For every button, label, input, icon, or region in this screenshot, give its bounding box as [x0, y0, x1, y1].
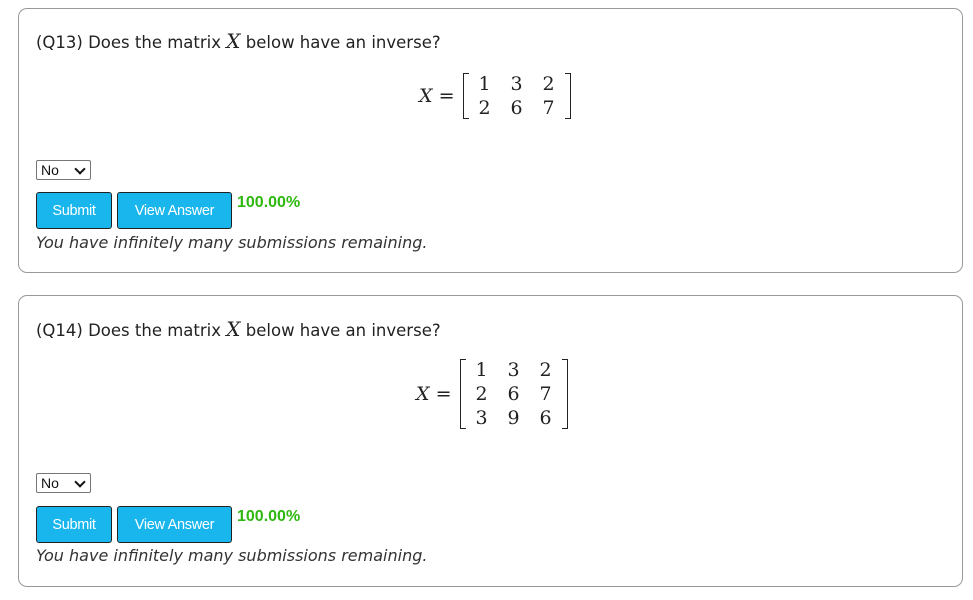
matrix-cell: 9: [507, 407, 520, 429]
matrix-cell: 1: [475, 359, 488, 381]
matrix-cell: 6: [507, 383, 520, 405]
question-variable: X: [226, 29, 241, 53]
matrix-row: 1 3 2: [469, 72, 565, 96]
equation-lhs: X =: [419, 85, 455, 107]
answer-select[interactable]: No: [36, 160, 91, 180]
matrix-cell: 1: [478, 73, 491, 95]
question-card-q14: (Q14) Does the matrix X below have an in…: [18, 295, 963, 587]
matrix-equation: X = 1 3 2 2 6 7 3 9 6: [416, 358, 568, 430]
question-card-q13: (Q13) Does the matrix X below have an in…: [18, 8, 963, 273]
matrix-cell: 3: [507, 359, 520, 381]
matrix-cell: 3: [510, 73, 523, 95]
submit-button[interactable]: Submit: [36, 506, 112, 543]
chevron-down-icon: [74, 163, 86, 175]
submissions-remaining-text: You have infinitely many submissions rem…: [36, 233, 428, 252]
matrix-cell: 2: [542, 73, 555, 95]
score-percentage: 100.00%: [237, 194, 301, 211]
answer-select[interactable]: No: [36, 473, 91, 493]
answer-selected-value: No: [41, 475, 59, 491]
question-label: (Q13) Does the matrix: [36, 33, 222, 52]
matrix: 1 3 2 2 6 7 3 9 6: [459, 358, 568, 430]
score-percentage: 100.00%: [237, 508, 301, 525]
question-text: (Q13) Does the matrix X below have an in…: [36, 29, 441, 53]
matrix-cell: 6: [510, 97, 523, 119]
question-label: (Q14) Does the matrix: [36, 321, 222, 340]
chevron-down-icon: [74, 476, 86, 488]
matrix-cell: 6: [539, 407, 552, 429]
equation-lhs: X =: [416, 383, 452, 405]
question-suffix: below have an inverse?: [245, 33, 441, 52]
matrix-cell: 2: [475, 383, 488, 405]
matrix-cell: 7: [542, 97, 555, 119]
answer-selected-value: No: [41, 162, 59, 178]
question-suffix: below have an inverse?: [245, 321, 441, 340]
question-text: (Q14) Does the matrix X below have an in…: [36, 317, 441, 341]
matrix-cell: 2: [539, 359, 552, 381]
matrix-row: 2 6 7: [469, 96, 565, 120]
submissions-remaining-text: You have infinitely many submissions rem…: [36, 546, 428, 565]
view-answer-button[interactable]: View Answer: [117, 506, 232, 543]
view-answer-button[interactable]: View Answer: [117, 192, 232, 229]
submit-button[interactable]: Submit: [36, 192, 112, 229]
matrix-equation: X = 1 3 2 2 6 7: [419, 72, 571, 120]
matrix-cell: 2: [478, 97, 491, 119]
matrix-row: 2 6 7: [466, 382, 562, 406]
matrix: 1 3 2 2 6 7: [462, 72, 571, 120]
matrix-cell: 7: [539, 383, 552, 405]
matrix-row: 3 9 6: [466, 406, 562, 430]
matrix-cell: 3: [475, 407, 488, 429]
matrix-row: 1 3 2: [466, 358, 562, 382]
question-variable: X: [226, 317, 241, 341]
